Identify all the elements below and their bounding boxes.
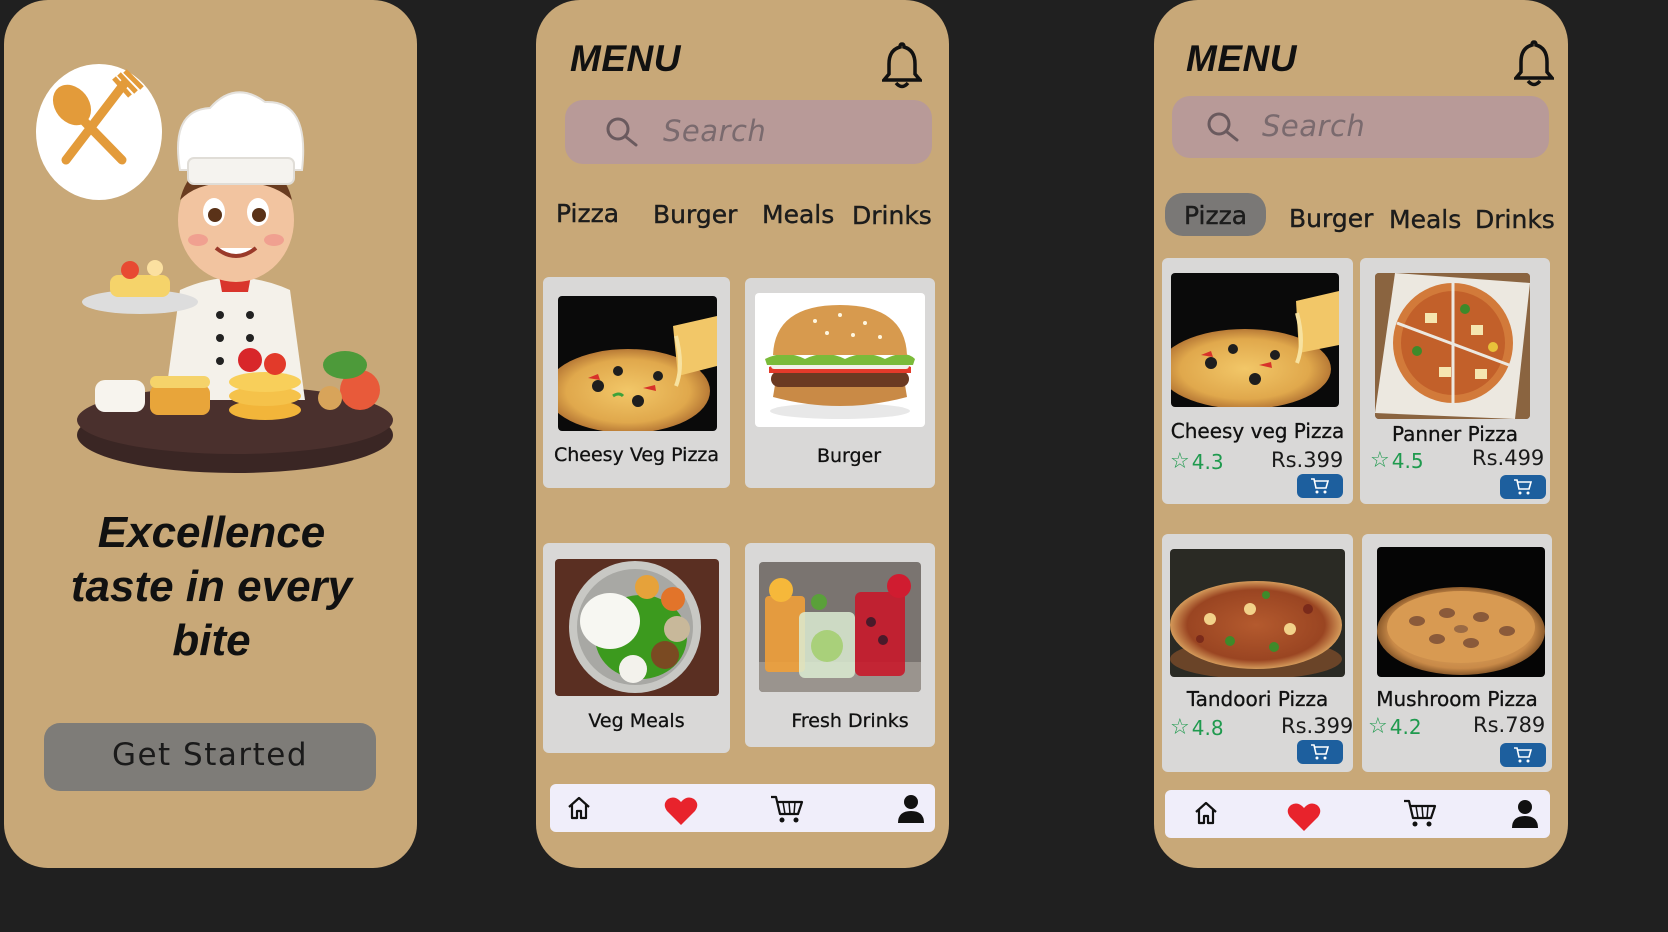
- product-rating: ☆ 4.5: [1370, 448, 1424, 473]
- user-icon[interactable]: [897, 794, 925, 824]
- home-icon[interactable]: [566, 796, 592, 820]
- product-rating: ☆ 4.2: [1368, 714, 1422, 739]
- get-started-button[interactable]: Get Started: [44, 723, 376, 791]
- cheesy-pizza-photo: [1171, 273, 1339, 407]
- product-card-mushroom-pizza[interactable]: Mushroom Pizza ☆ 4.2 Rs.789: [1362, 534, 1552, 772]
- tab-meals[interactable]: Meals: [762, 200, 835, 229]
- product-card-panner-pizza[interactable]: Panner Pizza ☆ 4.5 Rs.499: [1360, 258, 1550, 504]
- tab-drinks[interactable]: Drinks: [1475, 205, 1555, 234]
- search-input[interactable]: Search: [1262, 109, 1365, 143]
- product-name: Cheesy veg Pizza: [1170, 419, 1345, 443]
- onboarding-headline: Excellence taste in every bite: [70, 508, 353, 665]
- add-to-cart-button[interactable]: [1500, 475, 1546, 499]
- search-bar[interactable]: Search: [565, 100, 932, 164]
- product-card-tandoori-pizza[interactable]: Tandoori Pizza ☆ 4.8 Rs.399: [1162, 534, 1353, 772]
- burger-photo: [755, 293, 925, 427]
- menu-card-label: Burger: [816, 445, 882, 467]
- tab-pizza[interactable]: Pizza: [556, 199, 619, 228]
- pizza-menu-screen: MENU Search Pizza Burger Meals Drinks Ch…: [1154, 0, 1568, 868]
- cart-icon: [1311, 744, 1330, 760]
- menu-card-label: Veg Meals: [588, 710, 685, 732]
- product-rating: ☆ 4.3: [1170, 449, 1224, 474]
- product-price: Rs.399: [1281, 714, 1354, 738]
- fresh-drinks-photo: [759, 562, 921, 692]
- onboarding-screen: Excellence taste in every bite Get Start…: [4, 0, 417, 868]
- search-input[interactable]: Search: [663, 114, 766, 148]
- add-to-cart-button[interactable]: [1297, 474, 1343, 498]
- menu-card-veg-meals[interactable]: Veg Meals: [543, 543, 730, 753]
- product-name: Tandoori Pizza: [1186, 687, 1329, 711]
- search-bar[interactable]: Search: [1172, 96, 1549, 158]
- menu-screen: MENU Search Pizza Burger Meals Drinks Ch…: [536, 0, 949, 868]
- mushroom-pizza-photo: [1377, 547, 1545, 677]
- tandoori-pizza-photo: [1170, 549, 1345, 677]
- product-name: Panner Pizza: [1391, 422, 1519, 446]
- user-icon[interactable]: [1511, 799, 1539, 829]
- menu-card-burger[interactable]: Burger: [745, 278, 935, 488]
- menu-card-label: Fresh Drinks: [791, 710, 909, 732]
- paneer-pizza-photo: [1375, 273, 1530, 419]
- search-icon: [606, 117, 638, 147]
- star-icon: ☆: [1368, 714, 1388, 739]
- page-title: MENU: [1186, 38, 1297, 79]
- product-rating: ☆ 4.8: [1170, 715, 1224, 740]
- product-name: Mushroom Pizza: [1376, 687, 1538, 711]
- cart-icon: [1311, 478, 1330, 494]
- heart-icon[interactable]: [664, 796, 698, 826]
- menu-card-cheesy-veg-pizza[interactable]: Cheesy Veg Pizza: [543, 277, 730, 488]
- cart-icon: [1514, 747, 1533, 763]
- bottom-nav: [1165, 790, 1550, 838]
- product-price: Rs.499: [1472, 446, 1545, 470]
- product-price: Rs.399: [1271, 448, 1344, 472]
- bell-icon[interactable]: [882, 40, 922, 90]
- tab-meals[interactable]: Meals: [1389, 205, 1462, 234]
- tab-burger[interactable]: Burger: [1289, 204, 1374, 233]
- search-icon: [1207, 112, 1239, 142]
- add-to-cart-button[interactable]: [1297, 740, 1343, 764]
- star-icon: ☆: [1170, 715, 1190, 740]
- cart-icon[interactable]: [770, 794, 804, 824]
- menu-card-fresh-drinks[interactable]: Fresh Drinks: [745, 543, 935, 747]
- cart-icon: [1514, 479, 1533, 495]
- veg-thali-photo: [555, 559, 719, 696]
- cart-icon[interactable]: [1403, 798, 1437, 828]
- bottom-nav: [550, 784, 935, 832]
- product-card-cheesy-veg-pizza[interactable]: Cheesy veg Pizza ☆ 4.3 Rs.399: [1162, 258, 1353, 504]
- star-icon: ☆: [1370, 448, 1390, 473]
- home-icon[interactable]: [1193, 800, 1219, 826]
- menu-card-label: Cheesy Veg Pizza: [553, 444, 720, 466]
- chef-illustration: [77, 91, 393, 473]
- tab-drinks[interactable]: Drinks: [852, 201, 932, 230]
- add-to-cart-button[interactable]: [1500, 743, 1546, 767]
- product-price: Rs.789: [1473, 713, 1546, 737]
- bell-icon[interactable]: [1514, 38, 1554, 88]
- cheesy-pizza-photo: [558, 296, 717, 431]
- page-title: MENU: [570, 38, 681, 79]
- star-icon: ☆: [1170, 449, 1190, 474]
- tab-pizza[interactable]: Pizza: [1184, 201, 1247, 230]
- tab-burger[interactable]: Burger: [653, 200, 738, 229]
- heart-icon[interactable]: [1287, 802, 1321, 832]
